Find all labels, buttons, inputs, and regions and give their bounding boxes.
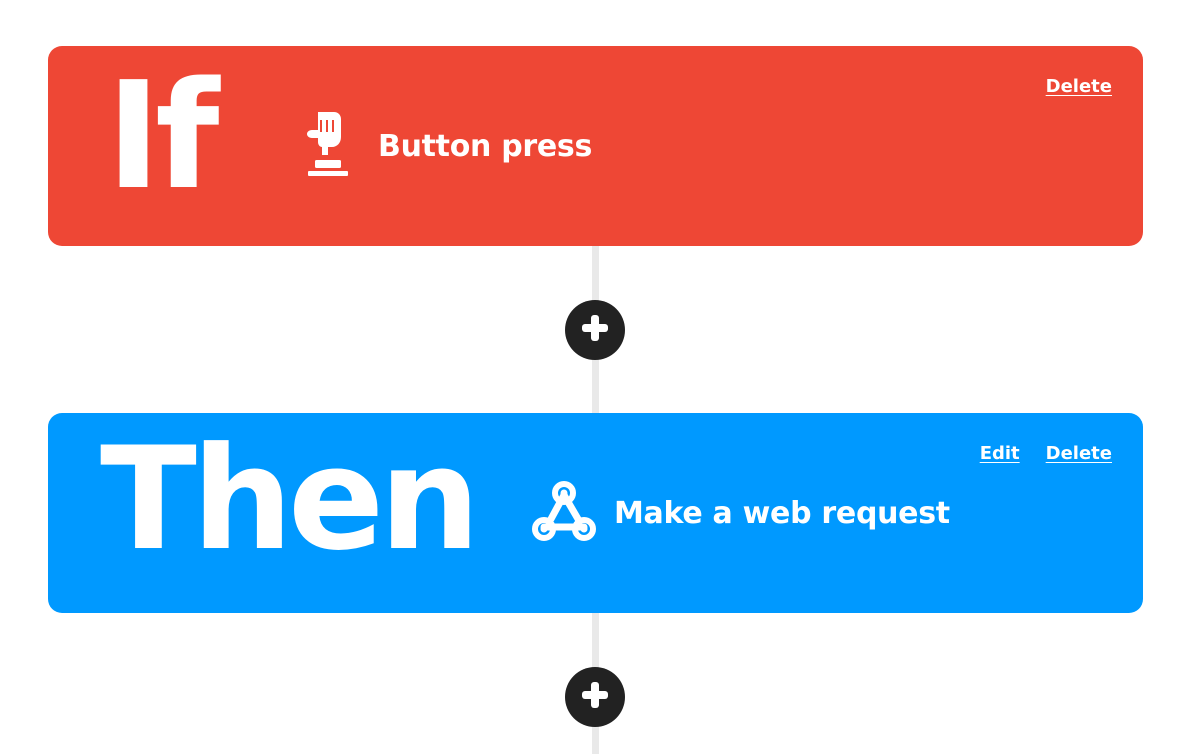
add-step-button[interactable] xyxy=(565,300,625,360)
trigger-delete-link[interactable]: Delete xyxy=(1046,76,1112,97)
action-service-label: Make a web request xyxy=(614,495,950,531)
then-keyword: Then xyxy=(100,417,480,582)
add-step-button[interactable] xyxy=(565,667,625,727)
applet-builder: If Button press Delete Then Make a web r… xyxy=(0,0,1190,754)
if-keyword: If xyxy=(106,50,219,222)
trigger-service[interactable]: Button press xyxy=(292,110,592,182)
action-card[interactable]: Then Make a web request Edit Delete xyxy=(48,413,1143,613)
webhooks-icon xyxy=(528,477,600,549)
trigger-card[interactable]: If Button press Delete xyxy=(48,46,1143,246)
action-edit-link[interactable]: Edit xyxy=(980,443,1020,464)
button-press-icon xyxy=(292,110,364,182)
plus-icon xyxy=(580,313,610,348)
trigger-service-label: Button press xyxy=(378,128,593,164)
action-service[interactable]: Make a web request xyxy=(528,477,950,549)
action-actions: Edit Delete xyxy=(980,443,1112,464)
plus-icon xyxy=(580,680,610,715)
action-delete-link[interactable]: Delete xyxy=(1046,443,1112,464)
trigger-actions: Delete xyxy=(1046,76,1112,97)
